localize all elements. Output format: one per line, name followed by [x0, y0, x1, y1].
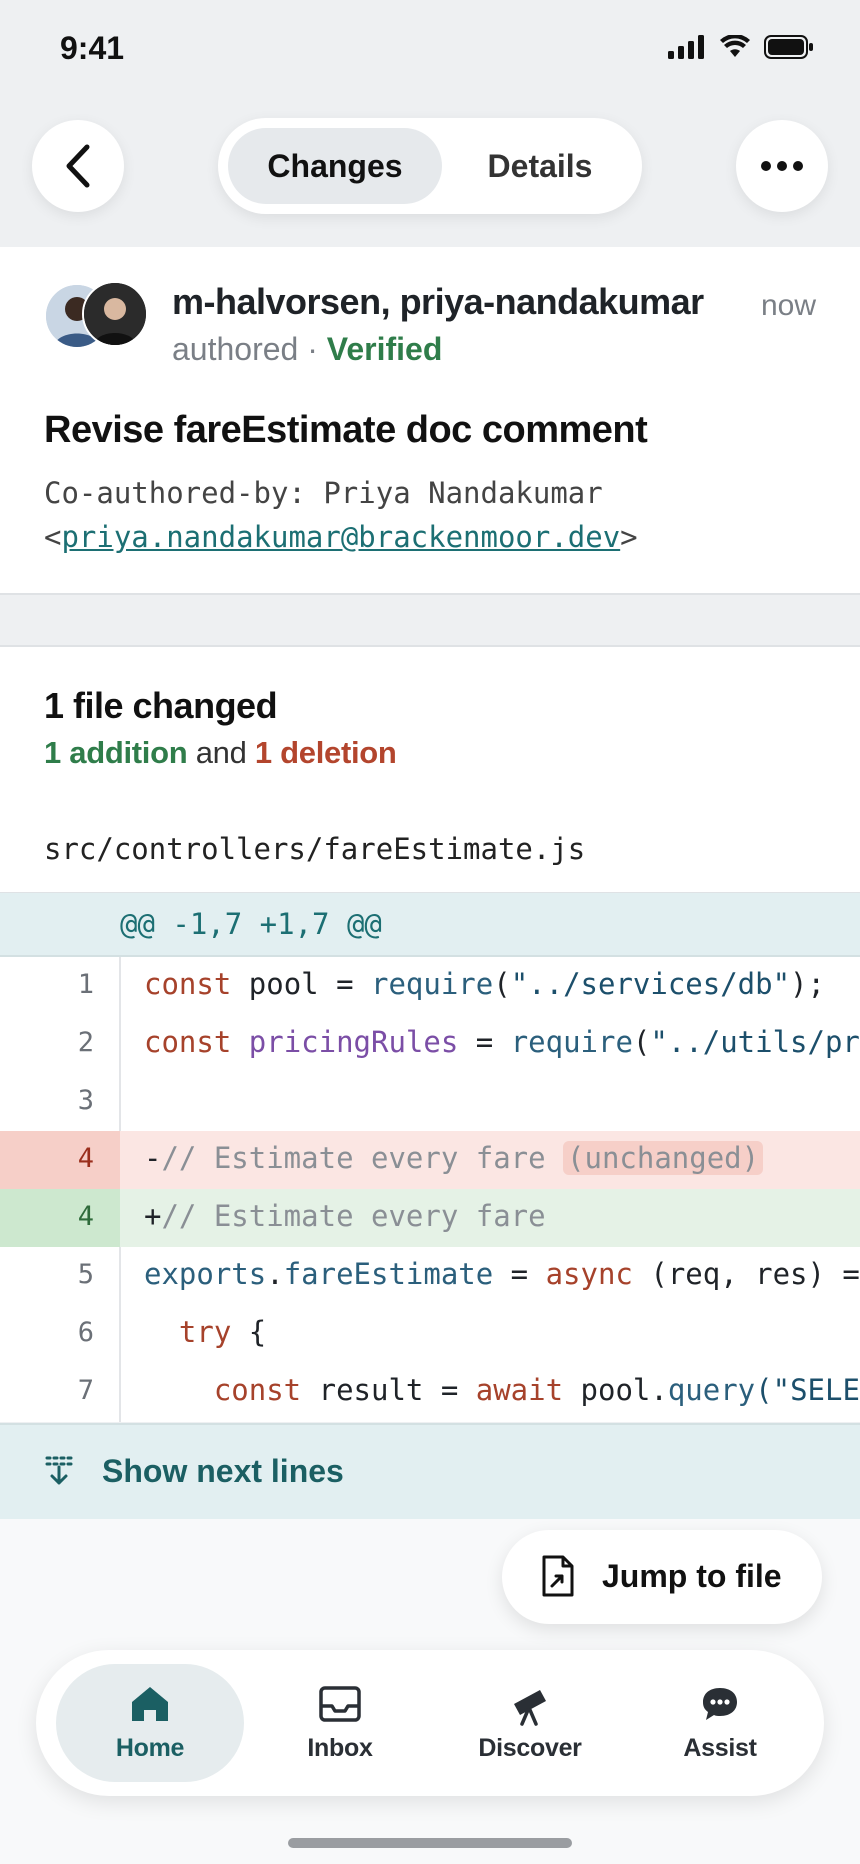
commit-body: Co-authored-by: Priya Nandakumar <priya.n…: [44, 476, 638, 554]
expand-down-icon: [45, 1456, 73, 1485]
line-code: exports.fareEstimate = async (req, res) …: [144, 1257, 860, 1291]
diff-line: 3: [0, 1073, 860, 1131]
files-changed-stats: 1 addition and 1 deletion: [44, 735, 397, 771]
file-code-icon: [542, 1555, 574, 1597]
diff-line: 1 const pool = require("../services/db")…: [0, 957, 860, 1015]
line-number: 6: [77, 1317, 94, 1348]
hunk-header: @@ -1,7 +1,7 @@: [0, 893, 860, 957]
battery-icon: [764, 35, 813, 59]
line-number: 3: [77, 1085, 94, 1116]
deletions-count: 1 deletion: [254, 735, 397, 770]
line-number: 1: [77, 969, 94, 1000]
inbox-icon: [319, 1686, 361, 1722]
tab-discover-label: Discover: [478, 1734, 582, 1762]
diff-view: 1 const pool = require("../services/db")…: [0, 957, 860, 1422]
person-avatar-icon: [84, 283, 146, 345]
hunk-range: @@ -1,7 +1,7 @@: [120, 907, 382, 941]
more-options-button[interactable]: [736, 120, 828, 212]
jump-to-file-label: Jump to file: [602, 1558, 782, 1594]
chat-bubble-icon: [703, 1688, 737, 1720]
files-summary: 1 file changed 1 addition and 1 deletion: [0, 645, 860, 809]
diff-line: 2 const pricingRules = require("../utils…: [0, 1015, 860, 1073]
line-code: try {: [178, 1315, 267, 1349]
status-time: 9:41: [60, 30, 125, 66]
status-bar: 9:41: [0, 0, 860, 100]
meta-separator: ·: [307, 331, 318, 367]
diff-line: 7 const result = await pool.query("SELE: [0, 1363, 860, 1421]
line-number: 2: [77, 1027, 94, 1058]
home-indicator: [288, 1838, 572, 1848]
file-path: src/controllers/fareEstimate.js: [44, 832, 586, 866]
line-code: const result = await pool.query("SELE: [213, 1373, 860, 1407]
commit-time: now: [760, 289, 816, 322]
view-segmented-control: Changes Details: [218, 118, 642, 214]
commit-header: m-halvorsen, priya-nandakumar now author…: [0, 247, 860, 595]
back-button[interactable]: [32, 120, 124, 212]
tab-details[interactable]: Details: [448, 128, 632, 204]
authored-label: authored: [172, 331, 299, 367]
chevron-left-icon: [66, 144, 90, 188]
line-code: -// Estimate every fare (unchanged): [144, 1141, 764, 1175]
ellipsis-icon: [761, 161, 803, 171]
file-header[interactable]: src/controllers/fareEstimate.js: [0, 806, 860, 894]
line-number: 7: [77, 1375, 94, 1406]
diff-line-added: 4 +// Estimate every fare: [0, 1189, 860, 1247]
home-icon: [132, 1687, 168, 1721]
line-number: 4: [77, 1143, 94, 1174]
coauthor-email-link[interactable]: priya.nandakumar@brackenmoor.dev: [61, 520, 620, 554]
verified-badge[interactable]: Verified: [327, 331, 443, 367]
commit-meta: authored · Verified: [172, 331, 442, 368]
diff-line-removed: 4 -// Estimate every fare (unchanged): [0, 1131, 860, 1189]
tab-changes[interactable]: Changes: [228, 128, 442, 204]
tab-home-label: Home: [115, 1734, 185, 1762]
line-code: const pricingRules = require("../utils/p…: [144, 1025, 860, 1059]
tab-inbox-label: Inbox: [307, 1734, 373, 1762]
files-changed-title: 1 file changed: [44, 685, 278, 726]
tab-assist[interactable]: Assist: [626, 1664, 814, 1782]
line-code: +// Estimate every fare: [144, 1199, 546, 1233]
stats-and: and: [195, 735, 247, 770]
tab-inbox[interactable]: Inbox: [246, 1664, 434, 1782]
signal-icon: [668, 35, 704, 59]
status-icons: [668, 34, 814, 60]
show-next-lines-button[interactable]: Show next lines: [0, 1423, 860, 1521]
jump-to-file-button[interactable]: Jump to file: [502, 1530, 822, 1624]
line-number: 5: [77, 1259, 94, 1290]
telescope-icon: [514, 1690, 546, 1726]
commit-authors[interactable]: m-halvorsen, priya-nandakumar: [172, 281, 704, 323]
tab-home[interactable]: Home: [56, 1664, 244, 1782]
wifi-icon: [720, 35, 750, 57]
line-number: 4: [77, 1201, 94, 1232]
additions-count: 1 addition: [44, 735, 188, 770]
avatar-priya-nandakumar[interactable]: [82, 281, 148, 347]
bottom-tab-bar: Home Inbox Discover Assist: [36, 1650, 824, 1796]
tab-assist-label: Assist: [683, 1734, 757, 1762]
diff-line: 6 try {: [0, 1305, 860, 1363]
show-next-lines-label: Show next lines: [102, 1453, 344, 1489]
coauthor-text: Co-authored-by: Priya Nandakumar: [44, 476, 603, 510]
line-code: const pool = require("../services/db");: [144, 967, 825, 1001]
author-avatars: [44, 281, 148, 349]
commit-title: Revise fareEstimate doc comment: [44, 409, 648, 451]
diff-line: 5 exports.fareEstimate = async (req, res…: [0, 1247, 860, 1305]
tab-discover[interactable]: Discover: [436, 1664, 624, 1782]
